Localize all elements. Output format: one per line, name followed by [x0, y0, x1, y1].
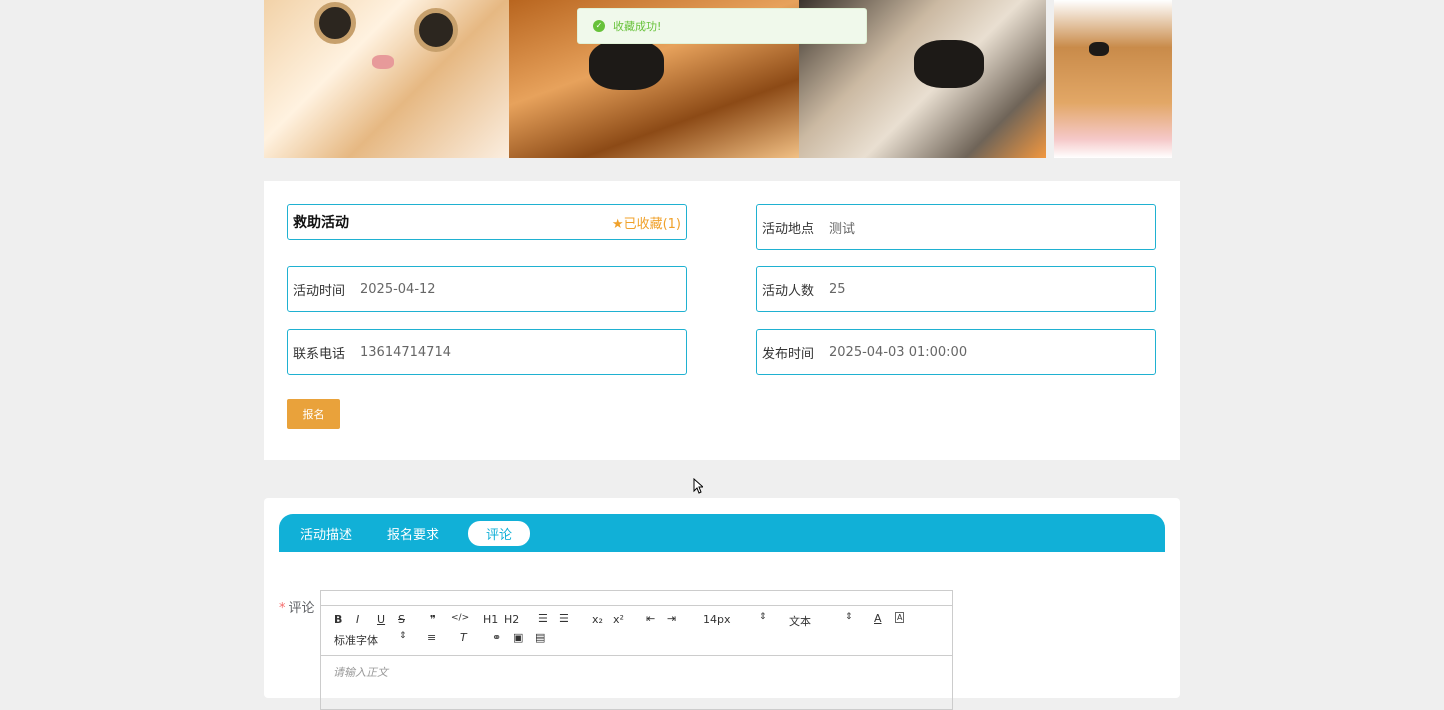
text-type-select[interactable]: 文本 [789, 613, 811, 629]
comment-form-label: * 评论 [279, 597, 315, 616]
image-icon[interactable]: ▣ [513, 631, 523, 644]
phone-field: 联系电话 13614714714 [287, 329, 687, 375]
editor-placeholder: 请输入正文 [333, 666, 388, 679]
underline-button[interactable]: U [377, 613, 385, 626]
check-circle-icon: ✓ [593, 20, 605, 32]
h2-button[interactable]: H2 [504, 613, 519, 626]
signup-button[interactable]: 报名 [287, 399, 340, 429]
success-toast: ✓ 收藏成功! [577, 8, 867, 44]
quote-icon[interactable]: ❞ [430, 613, 436, 626]
time-label: 活动时间 [293, 283, 346, 299]
time-field: 活动时间 2025-04-12 [287, 266, 687, 312]
activity-title-box: 救助活动 ★已收藏(1) [287, 204, 687, 240]
align-icon[interactable]: ≡ [427, 631, 436, 644]
cat-eye [314, 2, 356, 44]
location-field: 活动地点 测试 [756, 204, 1156, 250]
phone-label: 联系电话 [293, 346, 346, 362]
location-label: 活动地点 [762, 221, 815, 237]
location-value: 测试 [829, 221, 856, 237]
detail-tabs-card: 活动描述 报名要求 评论 * 评论 B I U S ❞ </> H1 H2 ☰ ☰… [264, 498, 1180, 710]
required-marker: * [279, 601, 286, 616]
font-size-select[interactable]: 14px [703, 613, 731, 626]
cat-nose [372, 55, 394, 69]
activity-title: 救助活动 [293, 215, 349, 231]
activity-info-card: 救助活动 ★已收藏(1) 活动地点 测试 活动时间 2025-04-12 活动人… [264, 181, 1180, 460]
bold-button[interactable]: B [334, 613, 342, 626]
golden-nose [1089, 42, 1109, 56]
dog-nose [589, 40, 664, 90]
h1-button[interactable]: H1 [483, 613, 498, 626]
count-value: 25 [829, 281, 846, 297]
chevron-updown-icon: ⇕ [759, 612, 767, 622]
cat-eye [414, 8, 458, 52]
banner-image-golden [1054, 0, 1172, 158]
tab-comments[interactable]: 评论 [468, 520, 531, 546]
toast-message: 收藏成功! [613, 20, 662, 33]
phone-value: 13614714714 [360, 344, 451, 360]
indent-icon[interactable]: ⇥ [667, 612, 676, 625]
publish-field: 发布时间 2025-04-03 01:00:00 [756, 329, 1156, 375]
tab-requirements[interactable]: 报名要求 [387, 521, 439, 546]
time-value: 2025-04-12 [360, 281, 436, 297]
tab-bar: 活动描述 报名要求 评论 [279, 514, 1165, 552]
comment-label: 评论 [288, 601, 315, 616]
count-field: 活动人数 25 [756, 266, 1156, 312]
star-icon: ★ [611, 216, 624, 232]
mouse-cursor-icon [693, 478, 703, 494]
font-family-select[interactable]: 标准字体 [334, 632, 378, 648]
superscript-button[interactable]: x² [613, 613, 624, 626]
chevron-updown-icon: ⇕ [399, 631, 407, 641]
chevron-updown-icon: ⇕ [845, 612, 853, 622]
editor-toolbar: B I U S ❞ </> H1 H2 ☰ ☰ x₂ x² ⇤ ⇥ 14px ⇕… [321, 605, 952, 656]
link-icon[interactable]: ⚭ [492, 631, 501, 644]
rich-text-editor[interactable]: B I U S ❞ </> H1 H2 ☰ ☰ x₂ x² ⇤ ⇥ 14px ⇕… [320, 590, 953, 710]
video-icon[interactable]: ▤ [535, 631, 545, 644]
italic-button[interactable]: I [356, 613, 359, 626]
favorite-label: 已收藏(1) [623, 216, 681, 232]
publish-label: 发布时间 [762, 346, 815, 362]
bullet-list-icon[interactable]: ☰ [559, 612, 569, 625]
background-color-icon[interactable]: A [895, 612, 905, 623]
tab-description[interactable]: 活动描述 [300, 521, 352, 546]
ordered-list-icon[interactable]: ☰ [538, 612, 548, 625]
clear-format-icon[interactable]: T [460, 631, 467, 644]
font-color-icon[interactable]: A [874, 612, 882, 625]
banner-image-cat [264, 0, 509, 158]
outdent-icon[interactable]: ⇤ [646, 612, 655, 625]
pug-nose [914, 40, 984, 88]
subscript-button[interactable]: x₂ [592, 613, 603, 626]
publish-value: 2025-04-03 01:00:00 [829, 344, 968, 360]
count-label: 活动人数 [762, 283, 815, 299]
strike-button[interactable]: S [398, 613, 405, 626]
code-icon[interactable]: </> [451, 613, 469, 623]
favorite-button[interactable]: ★已收藏(1) [612, 213, 681, 232]
